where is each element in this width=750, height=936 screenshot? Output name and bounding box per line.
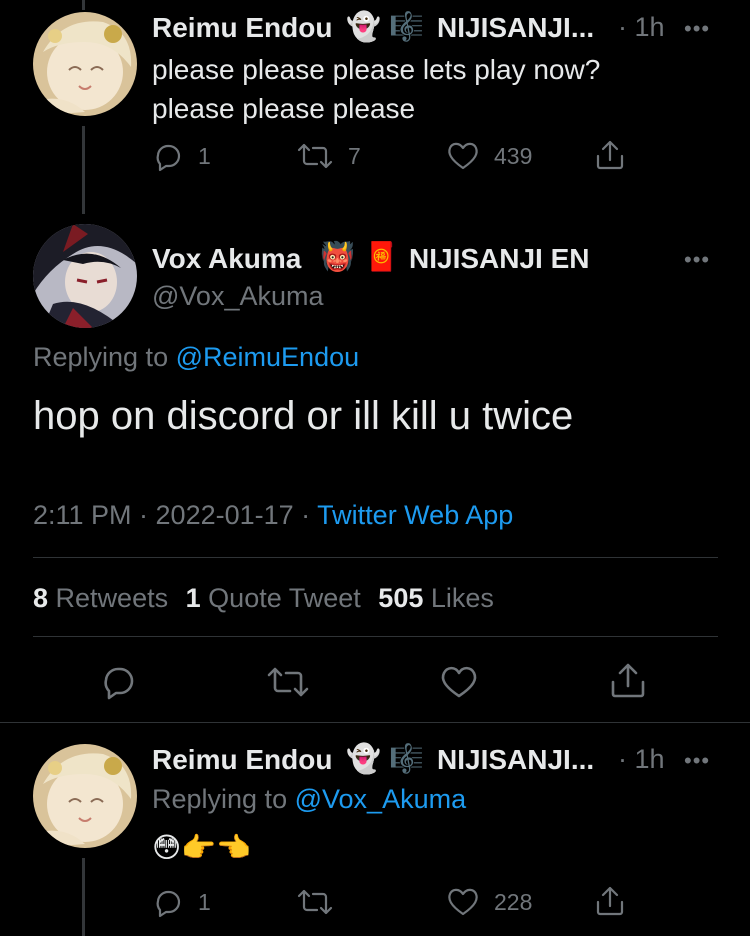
quotes-count: 1 (185, 583, 201, 613)
retweets-label: Retweets (55, 583, 169, 613)
reply2-replying-handle-link[interactable]: @Vox_Akuma (295, 784, 467, 814)
share-icon (596, 140, 624, 170)
reply1-like-button[interactable]: 439 (446, 140, 532, 172)
like-icon (448, 888, 478, 916)
main-replying-handle-link[interactable]: @ReimuEndou (176, 342, 360, 372)
like-icon (448, 142, 478, 170)
reply2-org-name: NIJISANJI... (437, 744, 595, 775)
retweet-icon (267, 667, 309, 697)
reply2-reply-button[interactable]: 1 (152, 886, 211, 918)
main-org-name: NIJISANJI EN (409, 243, 590, 274)
main-share-button[interactable] (608, 660, 648, 705)
flushed-face-emoji-icon: 😳 (152, 832, 182, 864)
main-timestamp[interactable]: 2:11 PM · 2022-01-17 · (33, 500, 310, 530)
reply2-more-icon[interactable]: ••• (684, 748, 710, 774)
thread-line-2 (82, 858, 85, 936)
avatar-vox-image (33, 224, 137, 328)
main-more-icon[interactable]: ••• (684, 247, 710, 273)
reply2-retweet-button[interactable] (296, 886, 348, 918)
ogre-emoji-icon: 👹 (320, 241, 355, 272)
main-source-link[interactable]: Twitter Web App (317, 500, 513, 530)
reply1-text-line1: please please please lets play now? (152, 54, 601, 85)
reply-icon (156, 144, 181, 172)
ghost-emoji-icon: 👻 (346, 11, 381, 42)
red-envelope-emoji-icon: 🧧 (364, 241, 399, 272)
share-icon (596, 886, 624, 916)
reply2-like-count: 228 (494, 888, 533, 915)
avatar-vox[interactable] (33, 224, 137, 328)
reply1-retweet-button[interactable]: 7 (296, 140, 361, 172)
reply1-reply-count: 1 (198, 142, 211, 169)
music-sheet-emoji-icon: 🎼 (389, 743, 424, 774)
reply-icon (104, 667, 134, 700)
reply2-replying-prefix: Replying to (152, 784, 288, 814)
reply2-time[interactable]: · 1h (618, 744, 665, 775)
reply2-share-button[interactable] (594, 884, 626, 918)
retweet-icon (297, 889, 333, 915)
reply1-text-line2: please please please (152, 93, 416, 124)
avatar-reimu-image (33, 12, 137, 116)
main-handle[interactable]: @Vox_Akuma (152, 281, 324, 312)
main-replying-to: Replying to @ReimuEndou (33, 342, 359, 373)
pointing-right-emoji-icon: 👉 (181, 832, 217, 864)
main-tweet-text: hop on discord or ill kill u twice (33, 394, 574, 438)
reply1-reply-button[interactable]: 1 (152, 140, 211, 172)
divider-main-bottom (0, 722, 750, 723)
avatar-reimu[interactable] (33, 12, 137, 116)
reply2-replying-to: Replying to @Vox_Akuma (152, 784, 466, 815)
retweet-icon (297, 143, 333, 169)
main-like-button[interactable] (439, 664, 479, 705)
reply2-author-name[interactable]: Reimu Endou (152, 744, 332, 776)
reply1-more-icon[interactable]: ••• (684, 16, 710, 42)
main-retweet-button[interactable] (266, 664, 310, 705)
divider-stats-bottom (33, 636, 718, 637)
avatar-reimu-image (33, 744, 137, 848)
share-icon (611, 663, 645, 698)
reply-icon (156, 890, 181, 918)
quotes-label: Quote Tweet (208, 583, 361, 613)
reply1-time[interactable]: · 1h (618, 12, 665, 43)
thread-line-top (82, 0, 85, 10)
main-stats-row: 8 Retweets 1 Quote Tweet 505 Likes (33, 583, 494, 614)
reply1-org-name: NIJISANJI... (437, 12, 595, 43)
reply2-like-button[interactable]: 228 (446, 886, 532, 918)
music-sheet-emoji-icon: 🎼 (389, 11, 424, 42)
main-replying-prefix: Replying to (33, 342, 169, 372)
reply1-share-button[interactable] (594, 138, 626, 172)
main-reply-button[interactable] (100, 662, 138, 705)
reply1-author-name[interactable]: Reimu Endou (152, 12, 332, 44)
like-icon (441, 666, 477, 698)
likes-label: Likes (430, 583, 494, 613)
reply1-like-count: 439 (494, 142, 533, 169)
thread-line-1 (82, 126, 85, 214)
likes-stat[interactable]: 505 Likes (378, 583, 494, 613)
retweets-count: 8 (33, 583, 49, 613)
retweets-stat[interactable]: 8 Retweets (33, 583, 176, 613)
reply1-retweet-count: 7 (348, 142, 361, 169)
likes-count: 505 (378, 583, 424, 613)
quotes-stat[interactable]: 1 Quote Tweet (186, 583, 369, 613)
divider-stats-top (33, 557, 718, 558)
avatar-reimu-2[interactable] (33, 744, 137, 848)
pointing-left-emoji-icon: 👈 (216, 832, 251, 864)
ghost-emoji-icon: 👻 (346, 743, 381, 774)
reply2-reply-count: 1 (198, 888, 211, 915)
reply2-emoji-text: 😳👉👈 (152, 830, 251, 864)
main-timestamp-row: 2:11 PM · 2022-01-17 · Twitter Web App (33, 500, 513, 531)
main-author-name[interactable]: Vox Akuma (152, 243, 301, 275)
